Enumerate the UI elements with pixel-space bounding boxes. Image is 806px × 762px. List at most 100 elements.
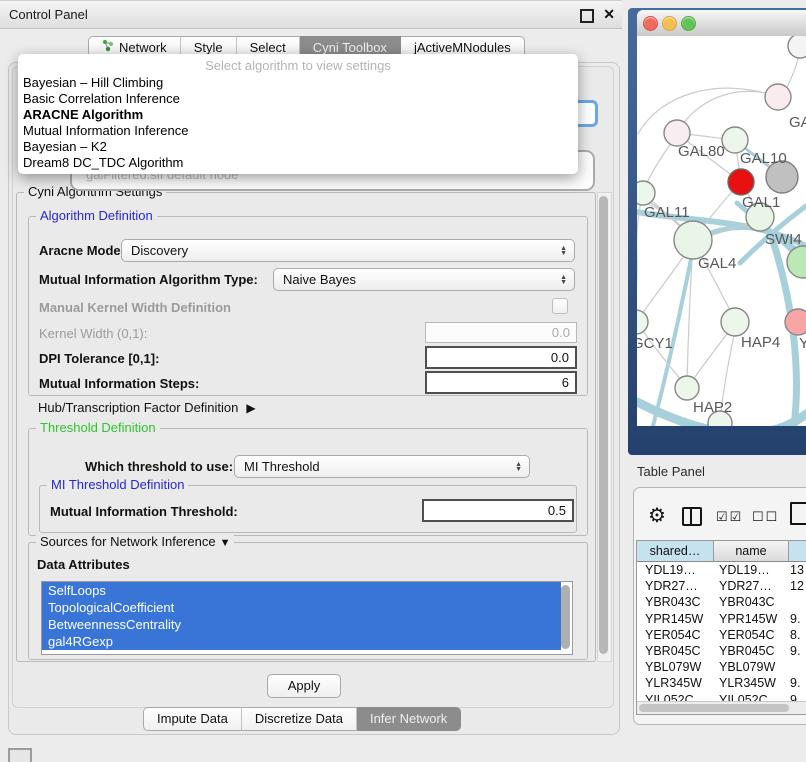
float-window-icon[interactable] <box>580 9 594 23</box>
column-header-cut[interactable] <box>789 541 806 562</box>
data-attribute-item[interactable]: gal4RGexp <box>42 633 561 650</box>
column-header-shared-name[interactable]: shared… <box>637 541 714 562</box>
network-node[interactable] <box>765 84 791 110</box>
table-row[interactable]: YBR043C YBR043C <box>637 594 806 610</box>
sources-title-text: Sources for Network Inference <box>40 534 216 549</box>
network-node[interactable] <box>674 221 712 259</box>
zoom-traffic-light-icon[interactable] <box>681 16 696 31</box>
mi-type-label: Mutual Information Algorithm Type: <box>39 272 258 287</box>
data-attribute-item[interactable]: TopologicalCoefficient <box>42 599 561 616</box>
aracne-mode-select[interactable]: Discovery ▲▼ <box>121 239 575 262</box>
deselect-all-checkboxes-icon[interactable]: ☐☐ <box>752 509 779 525</box>
node-label: GAL <box>789 114 806 131</box>
kernel-width-input[interactable]: 0.0 <box>425 322 577 343</box>
table-cell[interactable]: YDR27… <box>645 578 711 594</box>
table-cell[interactable]: YPR145W <box>719 611 785 627</box>
list-scrollbar-thumb[interactable] <box>561 585 570 649</box>
table-cell[interactable]: YBL079W <box>645 659 711 675</box>
column-header-name[interactable]: name <box>714 541 789 562</box>
threshold-definition-title: Threshold Definition <box>36 420 160 435</box>
data-attribute-item[interactable]: BetweennessCentrality <box>42 616 561 633</box>
table-cell[interactable]: 9. <box>790 611 806 627</box>
table-cell[interactable]: 12 <box>790 578 806 594</box>
mi-steps-input[interactable]: 6 <box>425 371 577 394</box>
network-graph: GALGAL80GAL10GAL1GAL11SWI4GAL4GCY1HAP4YH… <box>637 36 806 426</box>
network-node[interactable] <box>637 310 648 334</box>
threshold-definition-group: Threshold Definition Which threshold to … <box>28 428 588 536</box>
algorithm-option[interactable]: ARACNE Algorithm <box>18 107 578 123</box>
import-table-icon[interactable] <box>790 502 806 525</box>
network-node[interactable] <box>721 308 749 336</box>
data-attribute-item[interactable]: SelfLoops <box>42 582 561 599</box>
table-cell[interactable]: 9. <box>790 643 806 659</box>
mi-type-select[interactable]: Naive Bayes ▲▼ <box>273 268 575 291</box>
table-cell[interactable]: YDR27… <box>719 578 785 594</box>
minimized-panel-icon[interactable] <box>8 748 32 762</box>
table-cell[interactable]: YBR045C <box>645 643 711 659</box>
minimize-traffic-light-icon[interactable] <box>662 16 677 31</box>
table-row[interactable]: YBL079W YBL079W <box>637 659 806 675</box>
tab-infer-network[interactable]: Infer Network <box>357 707 461 731</box>
network-edge[interactable] <box>677 91 778 133</box>
apply-button[interactable]: Apply <box>267 674 341 698</box>
collapse-down-icon: ▼ <box>220 537 231 549</box>
hub-definition-expander[interactable]: Hub/Transcription Factor Definition▶ <box>38 400 256 415</box>
table-row[interactable]: YDR27… YDR27… 12 <box>637 578 806 594</box>
table-cell[interactable]: YBL079W <box>719 659 785 675</box>
table-hscroll-thumb[interactable] <box>639 704 789 712</box>
sources-group-title[interactable]: Sources for Network Inference ▼ <box>36 534 234 549</box>
table-row[interactable]: YBR045C YBR045C 9. <box>637 643 806 659</box>
table-row[interactable]: YPR145W YPR145W 9. <box>637 611 806 627</box>
manual-kernel-checkbox[interactable] <box>552 298 568 314</box>
table-horizontal-scrollbar[interactable] <box>637 701 806 714</box>
algorithm-option[interactable]: Bayesian – K2 <box>18 139 578 155</box>
table-cell[interactable]: YBR043C <box>719 594 785 610</box>
network-window-titlebar[interactable] <box>637 10 806 37</box>
mi-type-value: Naive Bayes <box>283 272 560 287</box>
node-label: SWI4 <box>765 231 802 248</box>
table-row[interactable]: YER054C YER054C 8. <box>637 627 806 643</box>
table-cell[interactable]: 9. <box>790 675 806 691</box>
table-cell[interactable]: YLR345W <box>719 675 785 691</box>
table-cell[interactable]: YER054C <box>645 627 711 643</box>
node-label: GAL4 <box>698 255 736 272</box>
network-edge[interactable] <box>638 88 778 134</box>
mi-threshold-input[interactable]: 0.5 <box>422 499 574 522</box>
table-cell[interactable]: YER054C <box>719 627 785 643</box>
table-cell[interactable]: YBR045C <box>719 643 785 659</box>
network-node[interactable] <box>637 181 655 205</box>
table-cell[interactable]: YDL19… <box>645 562 711 578</box>
expand-right-icon: ▶ <box>246 401 255 415</box>
gear-icon[interactable]: ⚙ <box>648 503 666 528</box>
algorithm-option[interactable]: Basic Correlation Inference <box>18 91 578 107</box>
data-attributes-label: Data Attributes <box>37 557 130 572</box>
table-cell[interactable]: YLR345W <box>645 675 711 691</box>
table-cell[interactable]: YPR145W <box>645 611 711 627</box>
table-cell[interactable]: 8. <box>790 627 806 643</box>
algorithm-option[interactable]: Bayesian – Hill Climbing <box>18 75 578 91</box>
table-cell[interactable]: YBR043C <box>645 594 711 610</box>
dpi-tolerance-input[interactable]: 0.0 <box>425 346 577 369</box>
settings-scrollbar-thumb[interactable] <box>599 196 608 654</box>
settings-scrollbar[interactable] <box>597 192 612 662</box>
table-row[interactable]: YLR345W YLR345W 9. <box>637 675 806 691</box>
algorithm-option[interactable]: Dream8 DC_TDC Algorithm <box>18 155 578 171</box>
select-all-checkboxes-icon[interactable]: ☑☑ <box>716 509 743 525</box>
table-cell[interactable]: YDL19… <box>719 562 785 578</box>
table-cell[interactable]: 13 <box>790 562 806 578</box>
node-label: GAL11 <box>644 204 690 221</box>
network-node[interactable] <box>785 309 806 335</box>
network-node[interactable] <box>788 36 806 58</box>
close-icon[interactable]: ✕ <box>603 6 615 23</box>
tab-discretize-data[interactable]: Discretize Data <box>242 707 357 731</box>
network-canvas[interactable]: GALGAL80GAL10GAL1GAL11SWI4GAL4GCY1HAP4YH… <box>637 36 806 426</box>
table-row[interactable]: YDL19… YDL19… 13 <box>637 562 806 578</box>
column-visibility-icon[interactable] <box>682 507 702 526</box>
algorithm-option[interactable]: Mutual Information Inference <box>18 123 578 139</box>
network-node[interactable] <box>728 169 754 195</box>
close-traffic-light-icon[interactable] <box>643 16 658 31</box>
dpi-tolerance-label: DPI Tolerance [0,1]: <box>39 351 159 366</box>
which-threshold-select[interactable]: MI Threshold ▲▼ <box>234 455 530 478</box>
tab-impute-data[interactable]: Impute Data <box>143 707 242 731</box>
network-node[interactable] <box>675 376 699 400</box>
